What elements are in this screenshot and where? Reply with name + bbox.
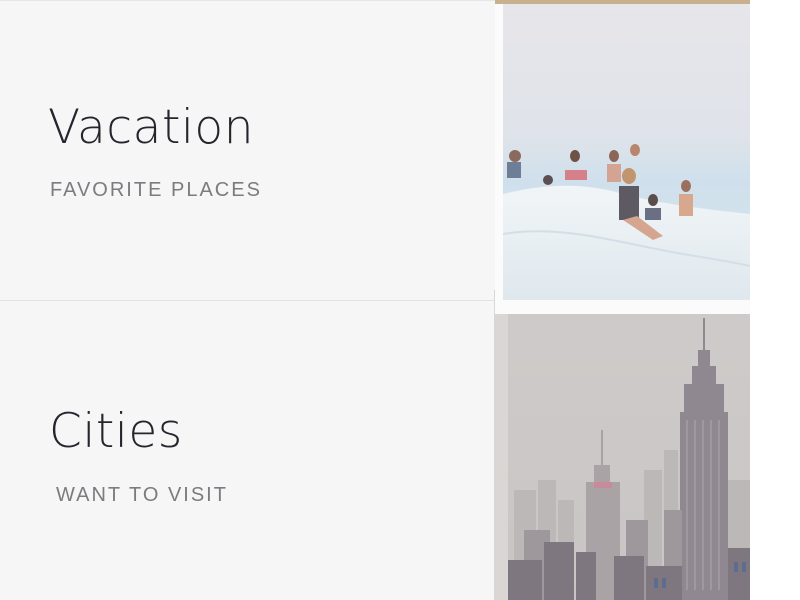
card-subtitle: FAVORITE PLACES — [50, 179, 262, 201]
card-title: Cities — [49, 404, 183, 459]
card-subtitle: WANT TO VISIT — [56, 484, 228, 506]
card-title: Vacation — [48, 100, 254, 155]
city-skyline-photo — [494, 290, 750, 600]
people-on-rocks-photo — [495, 0, 750, 314]
card-list: Vacation FAVORITE PLACES Cities WANT TO … — [0, 0, 800, 600]
